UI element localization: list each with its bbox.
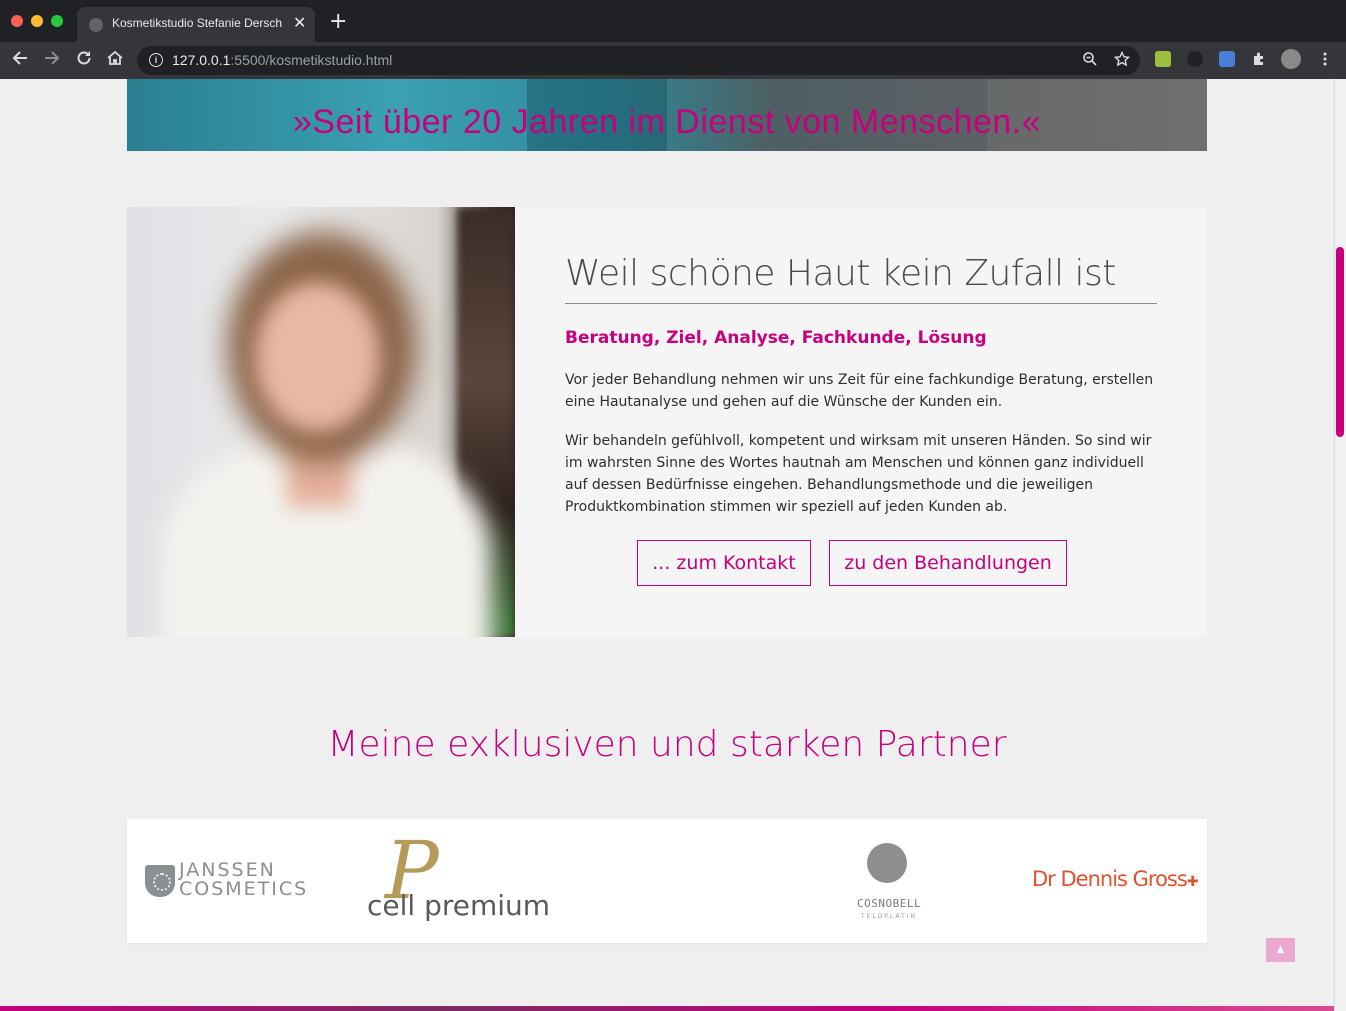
- section-title: Weil schöne Haut kein Zufall ist: [565, 253, 1116, 294]
- hero-quote: »Seit über 20 Jahren im Dienst von Mensc…: [292, 103, 1042, 141]
- footer-strip: [0, 1006, 1334, 1011]
- contact-button[interactable]: ... zum Kontakt: [637, 540, 811, 586]
- dr-dennis-gross-logo[interactable]: Dr Dennis Gross✚: [1032, 867, 1199, 891]
- scrollbar[interactable]: [1334, 79, 1346, 1011]
- address-bar[interactable]: i 127.0.0.1:5500/kosmetikstudio.html: [137, 46, 1140, 75]
- scroll-to-top-button[interactable]: ▲: [1266, 938, 1295, 962]
- home-icon[interactable]: [106, 49, 124, 72]
- puzzle-icon[interactable]: [1251, 51, 1267, 67]
- section-subtitle: Beratung, Ziel, Analyse, Fachkunde, Lösu…: [565, 328, 987, 348]
- title-divider: [565, 303, 1157, 304]
- treatments-button[interactable]: zu den Behandlungen: [829, 540, 1067, 586]
- cell-premium-wordmark: cell premium: [367, 889, 551, 922]
- star-icon[interactable]: [1113, 50, 1131, 71]
- scrollbar-thumb[interactable]: [1336, 247, 1344, 437]
- maximize-window-button[interactable]: [51, 15, 63, 27]
- cosnobell-logo[interactable]: COSNOBELL TELOPLATIN: [857, 843, 921, 923]
- tab-title: Kosmetikstudio Stefanie Dersch: [112, 16, 283, 30]
- portrait-photo: [127, 207, 515, 637]
- close-window-button[interactable]: [11, 15, 23, 27]
- page-content: »Seit über 20 Jahren im Dienst von Mensc…: [0, 79, 1334, 1011]
- browser-tab-strip: Kosmetikstudio Stefanie Dersch ✕ +: [0, 0, 1346, 42]
- janssen-wordmark: JANSSEN COSMETICS: [179, 859, 309, 900]
- back-icon[interactable]: [11, 49, 29, 72]
- cosnobell-mark-icon: [867, 843, 907, 883]
- hero-banner: »Seit über 20 Jahren im Dienst von Mensc…: [127, 79, 1207, 151]
- browser-tab[interactable]: Kosmetikstudio Stefanie Dersch ✕: [77, 7, 315, 42]
- menu-icon[interactable]: [1317, 51, 1333, 67]
- cosnobell-subline: TELOPLATIN: [861, 913, 917, 920]
- about-paragraph: Vor jeder Behandlung nehmen wir uns Zeit…: [565, 372, 1154, 410]
- extension-record-icon[interactable]: [1187, 51, 1203, 67]
- about-section: Weil schöne Haut kein Zufall ist Beratun…: [127, 207, 1207, 637]
- cosnobell-wordmark: COSNOBELL: [857, 897, 922, 910]
- translate-icon[interactable]: [1219, 51, 1235, 67]
- partners-title: Meine exklusiven und starken Partner: [327, 724, 1007, 765]
- ddg-wordmark: Dr Dennis Gross: [1032, 867, 1188, 891]
- avatar[interactable]: [1281, 49, 1301, 69]
- extension-icon[interactable]: [1155, 51, 1171, 67]
- minimize-window-button[interactable]: [31, 15, 43, 27]
- about-paragraph: Wir behandeln gefühlvoll, kompetent und …: [565, 433, 1152, 515]
- close-tab-icon[interactable]: ✕: [293, 13, 306, 32]
- globe-icon: [89, 18, 103, 32]
- partners-logo-bar: JANSSEN COSMETICS P cell premium COSNOBEL…: [127, 819, 1207, 943]
- portrait-face: [255, 282, 380, 432]
- url-text[interactable]: 127.0.0.1:5500/kosmetikstudio.html: [172, 52, 392, 68]
- plus-icon: ✚: [1186, 874, 1199, 890]
- shield-icon: [145, 865, 175, 897]
- browser-toolbar: i 127.0.0.1:5500/kosmetikstudio.html: [0, 42, 1346, 79]
- zoom-icon[interactable]: [1082, 51, 1098, 71]
- forward-icon[interactable]: [43, 49, 61, 72]
- cell-premium-logo[interactable]: P cell premium: [367, 831, 550, 925]
- reload-icon[interactable]: [75, 49, 93, 72]
- info-icon[interactable]: i: [149, 53, 163, 67]
- new-tab-button[interactable]: +: [329, 11, 347, 33]
